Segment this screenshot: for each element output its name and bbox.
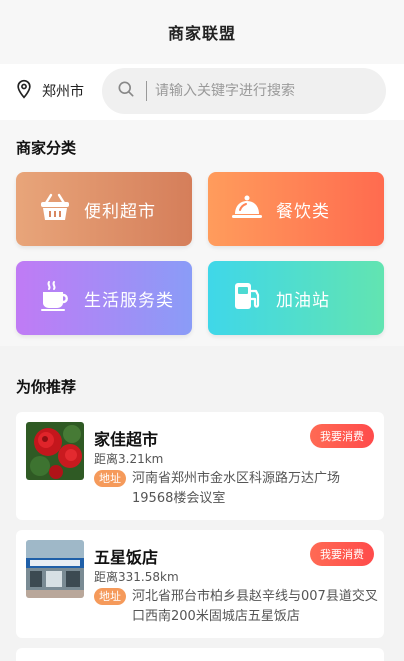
consume-button[interactable]: 我要消费 [310, 424, 374, 448]
cup-icon [38, 279, 72, 317]
category-convenience-store[interactable]: 便利超市 [16, 172, 192, 246]
search-divider [146, 81, 147, 101]
cloche-icon [230, 190, 264, 228]
merchant-distance: 距离331.58km [94, 570, 179, 584]
merchant-card[interactable]: 家佳超市 距离3.21km 地址 河南省郑州市金水区科源路万达广场19568楼会… [16, 412, 384, 520]
recommend-section-title: 为你推荐 [16, 378, 77, 396]
category-label: 加油站 [276, 290, 330, 311]
category-label: 便利超市 [84, 201, 156, 222]
address-tag: 地址 [94, 588, 126, 605]
basket-icon [38, 190, 72, 228]
merchant-address: 河北省邢台市柏乡县赵辛线与007县道交叉口西南200米固城店五星饭店 [132, 589, 378, 624]
category-life-services[interactable]: 生活服务类 [16, 261, 192, 335]
location-selector[interactable]: 郑州市 [14, 79, 84, 103]
merchant-distance: 距离3.21km [94, 452, 164, 466]
merchant-address: 河南省郑州市金水区科源路万达广场19568楼会议室 [132, 471, 341, 506]
page-title: 商家联盟 [167, 24, 236, 43]
merchant-thumbnail-roses [26, 422, 84, 480]
search-input[interactable] [155, 83, 355, 99]
search-box[interactable] [102, 68, 386, 114]
category-label: 生活服务类 [84, 290, 174, 311]
app-header: 商家联盟 [0, 0, 404, 64]
merchant-name: 家佳超市 [94, 430, 159, 449]
address-tag: 地址 [94, 470, 126, 487]
merchant-name: 五星饭店 [94, 548, 159, 567]
merchant-card[interactable]: 五星饭店 距离331.58km 地址 河北省邢台市柏乡县赵辛线与007县道交叉口… [16, 530, 384, 638]
merchant-thumbnail-storefront [26, 540, 84, 598]
consume-button[interactable]: 我要消费 [310, 542, 374, 566]
location-city: 郑州市 [42, 84, 84, 100]
search-icon [116, 79, 136, 103]
merchant-card[interactable] [16, 648, 384, 661]
category-label: 餐饮类 [276, 201, 330, 222]
location-pin-icon [14, 79, 34, 103]
location-search-bar: 郑州市 [0, 64, 404, 120]
category-dining[interactable]: 餐饮类 [208, 172, 384, 246]
category-section-title: 商家分类 [16, 139, 77, 157]
fuel-pump-icon [230, 279, 264, 317]
category-gas-station[interactable]: 加油站 [208, 261, 384, 335]
